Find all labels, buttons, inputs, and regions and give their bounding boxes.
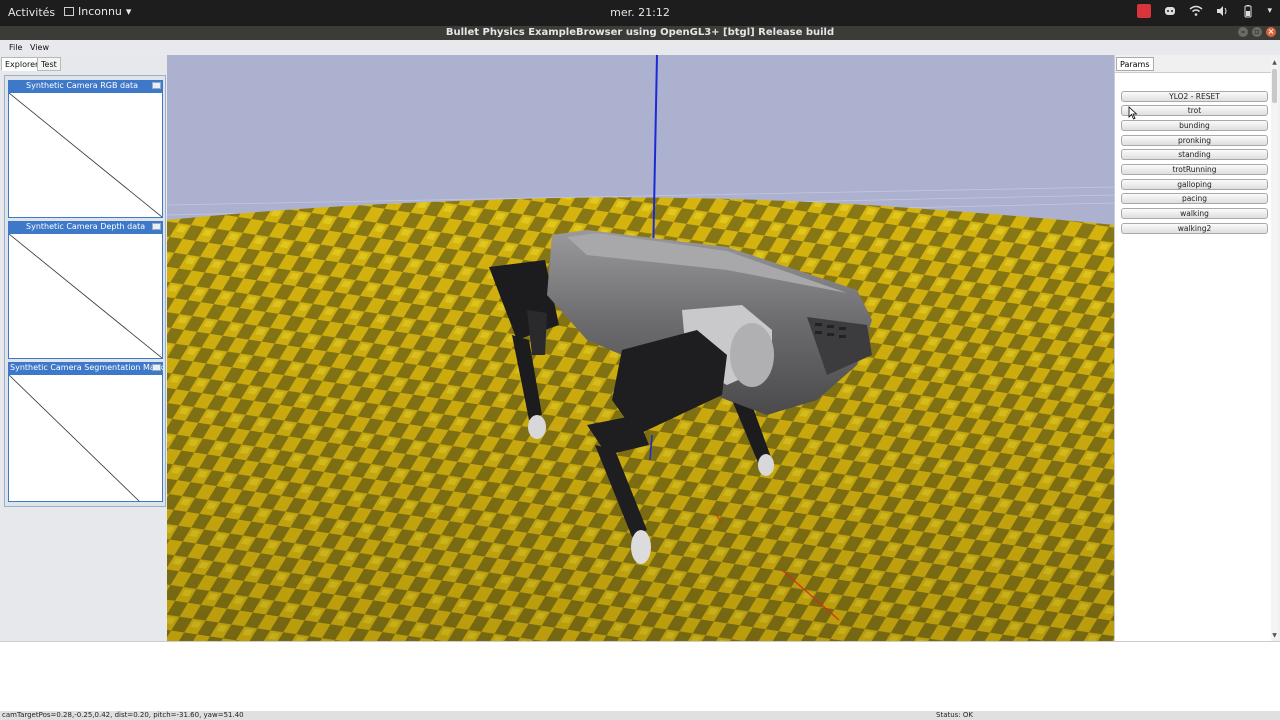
camera-segmentation-title: Synthetic Camera Segmentation Mask — [10, 363, 163, 372]
camera-rgb-header[interactable]: Synthetic Camera RGB data — [8, 80, 163, 92]
params-scrollbar[interactable]: ▲ ▼ — [1271, 59, 1278, 639]
gait-pronking-button[interactable]: pronking — [1121, 135, 1268, 146]
gait-walking-button[interactable]: walking — [1121, 208, 1268, 219]
menu-file[interactable]: File — [9, 43, 22, 52]
battery-icon[interactable] — [1241, 4, 1255, 18]
gait-trot-button[interactable]: trot — [1121, 105, 1268, 116]
camera-segmentation-view — [8, 374, 163, 502]
app-menu[interactable]: Inconnu ▾ — [64, 5, 131, 18]
gait-bunding-button[interactable]: bunding — [1121, 120, 1268, 131]
params-panel: Params YLO2 - RESET trot bunding pronkin… — [1114, 55, 1280, 641]
chevron-down-icon[interactable]: ▾ — [1267, 6, 1272, 16]
gait-standing-button[interactable]: standing — [1121, 149, 1268, 160]
gait-pacing-button[interactable]: pacing — [1121, 193, 1268, 204]
scroll-down-icon[interactable]: ▼ — [1271, 632, 1278, 639]
minimize-panel-button[interactable] — [152, 223, 161, 230]
camera-depth-title: Synthetic Camera Depth data — [26, 222, 146, 231]
empty-image-placeholder — [8, 374, 140, 502]
camera-rgb-panel: Synthetic Camera RGB data — [8, 80, 163, 218]
system-tray: ▾ — [1137, 4, 1272, 18]
simulation-scene — [167, 55, 1114, 641]
reset-button[interactable]: YLO2 - RESET — [1121, 91, 1268, 102]
close-button[interactable]: × — [1266, 27, 1276, 37]
activities-button[interactable]: Activités — [8, 6, 55, 19]
wifi-icon[interactable] — [1189, 4, 1203, 18]
camera-rgb-view — [8, 92, 163, 218]
camera-views-container: Synthetic Camera RGB data Synthetic Came… — [4, 75, 166, 507]
clock[interactable]: mer. 21:12 — [610, 6, 670, 19]
window-titlebar: Bullet Physics ExampleBrowser using Open… — [0, 26, 1280, 40]
status-text: Status: OK — [936, 711, 973, 719]
camera-segmentation-panel: Synthetic Camera Segmentation Mask — [8, 362, 163, 502]
camera-info: camTargetPos=0.28,-0.25,0.42, dist=0.20,… — [2, 711, 244, 719]
desktop-screen: Activités Inconnu ▾ mer. 21:12 ▾ Bullet … — [0, 0, 1280, 720]
record-indicator-icon[interactable] — [1137, 4, 1152, 18]
mouse-cursor-icon — [1128, 106, 1138, 120]
volume-icon[interactable] — [1215, 4, 1229, 18]
empty-image-placeholder — [8, 233, 163, 359]
camera-segmentation-header[interactable]: Synthetic Camera Segmentation Mask — [8, 362, 163, 374]
status-bar: camTargetPos=0.28,-0.25,0.42, dist=0.20,… — [0, 711, 1280, 720]
camera-depth-header[interactable]: Synthetic Camera Depth data — [8, 221, 163, 233]
minimize-panel-button[interactable] — [152, 82, 161, 89]
camera-depth-view — [8, 233, 163, 359]
menu-view[interactable]: View — [30, 43, 49, 52]
gait-walking2-button[interactable]: walking2 — [1121, 223, 1268, 234]
chevron-down-icon: ▾ — [125, 5, 132, 18]
scroll-up-icon[interactable]: ▲ — [1271, 59, 1278, 66]
camera-rgb-title: Synthetic Camera RGB data — [26, 81, 139, 90]
log-output-area — [0, 641, 1280, 711]
gait-trot-running-button[interactable]: trotRunning — [1121, 164, 1268, 175]
tab-params[interactable]: Params — [1116, 57, 1154, 71]
window-title: Bullet Physics ExampleBrowser using Open… — [445, 27, 835, 38]
camera-depth-panel: Synthetic Camera Depth data — [8, 221, 163, 359]
3d-viewport[interactable] — [167, 55, 1114, 641]
scrollbar-thumb[interactable] — [1272, 69, 1277, 103]
gait-galloping-button[interactable]: galloping — [1121, 179, 1268, 190]
params-list: YLO2 - RESET trot bunding pronking stand… — [1115, 72, 1271, 641]
window-icon — [64, 7, 74, 16]
explorer-panel: Explorer Test Synthetic Camera RGB data … — [0, 55, 167, 641]
discord-icon[interactable] — [1163, 4, 1177, 18]
minimize-button[interactable]: – — [1238, 27, 1248, 37]
app-menu-label: Inconnu — [78, 5, 122, 18]
maximize-button[interactable]: ▫ — [1252, 27, 1262, 37]
empty-image-placeholder — [8, 92, 163, 218]
minimize-panel-button[interactable] — [152, 364, 161, 371]
gnome-top-bar: Activités Inconnu ▾ mer. 21:12 ▾ — [0, 0, 1280, 26]
tab-test[interactable]: Test — [37, 57, 61, 71]
menu-bar: File View — [0, 40, 1280, 55]
